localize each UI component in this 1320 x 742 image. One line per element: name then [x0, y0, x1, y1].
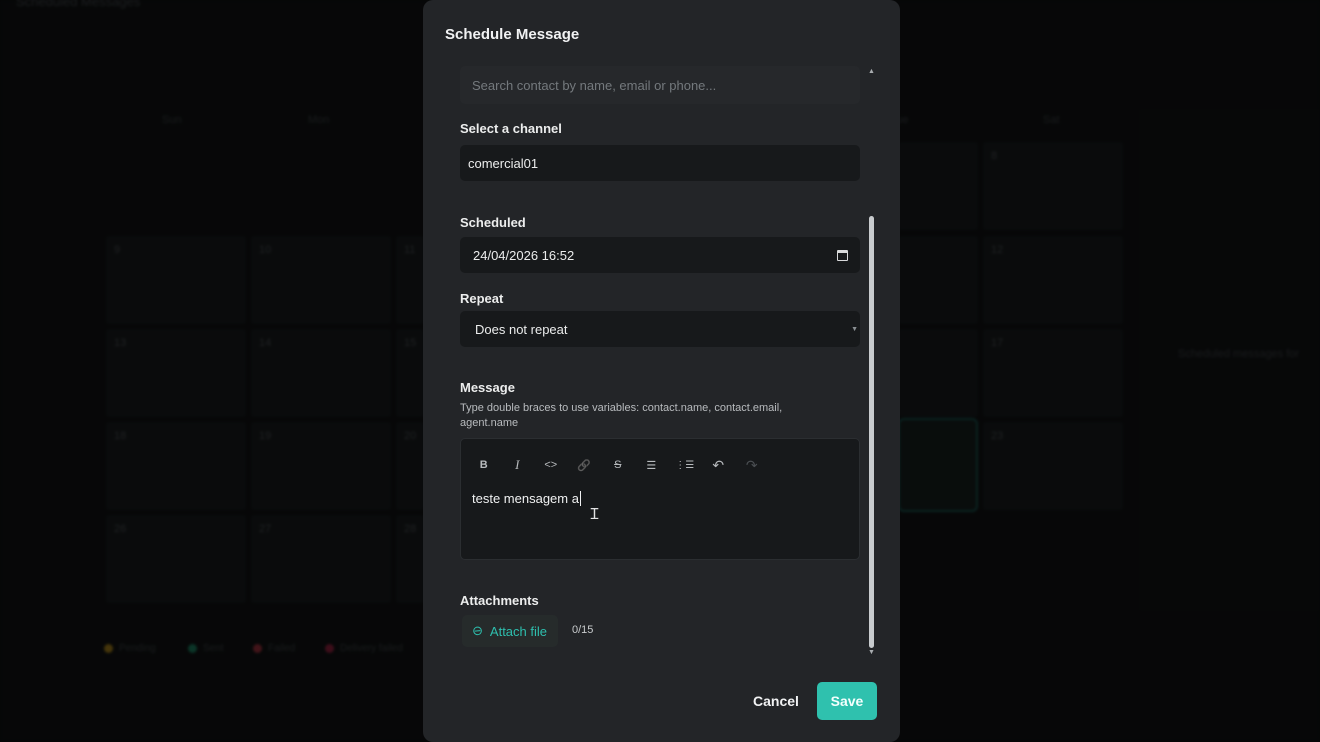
text-cursor-icon: Ｉ: [587, 506, 603, 523]
paperclip-icon: ⊘: [468, 621, 487, 640]
bullet-list-icon[interactable]: ☰: [635, 455, 669, 475]
message-hint: Type double braces to use variables: con…: [460, 402, 783, 429]
undo-icon[interactable]: ↶: [702, 455, 736, 475]
modal-title: Schedule Message: [445, 26, 580, 43]
calendar-icon[interactable]: [837, 249, 848, 261]
attachments-label: Attachments: [460, 593, 539, 608]
attach-file-label: Attach file: [489, 623, 547, 639]
scheduled-datetime-input[interactable]: 24/04/2026 16:52: [460, 237, 860, 273]
save-button[interactable]: Save: [817, 682, 877, 720]
code-icon[interactable]: <>: [534, 455, 568, 475]
select-arrow-icon: ▼: [851, 325, 858, 333]
message-content[interactable]: teste mensagem a: [472, 491, 581, 506]
editor-toolbar: B I <> 🔗 S ☰ ⋮☰ ↶ ↷: [467, 455, 769, 475]
ordered-list-icon[interactable]: ⋮☰: [668, 455, 702, 475]
scroll-down-icon[interactable]: ▼: [868, 649, 875, 656]
modal-scrollbar[interactable]: ▲ ▼: [867, 62, 877, 662]
link-icon[interactable]: 🔗: [568, 455, 602, 475]
attachment-count: 0/15: [572, 624, 594, 636]
contact-search-input[interactable]: Search contact by name, email or phone..…: [460, 66, 860, 104]
repeat-value: Does not repeat: [475, 321, 568, 337]
message-editor[interactable]: B I <> 🔗 S ☰ ⋮☰ ↶ ↷ teste mensagem a Ｉ: [460, 438, 860, 560]
italic-icon[interactable]: I: [501, 455, 535, 475]
redo-icon[interactable]: ↷: [735, 455, 769, 475]
text-caret: [579, 491, 581, 506]
message-label: Message: [460, 380, 515, 395]
channel-label: Select a channel: [460, 121, 562, 136]
schedule-message-modal: Schedule Message Search contact by name,…: [423, 0, 900, 742]
scroll-up-icon[interactable]: ▲: [868, 68, 875, 75]
cancel-button[interactable]: Cancel: [740, 683, 812, 719]
scheduled-datetime-value: 24/04/2026 16:52: [473, 247, 575, 263]
channel-select[interactable]: comercial01: [460, 145, 860, 181]
repeat-label: Repeat: [460, 291, 504, 306]
repeat-select[interactable]: Does not repeat ▼: [460, 311, 860, 347]
modal-scroll-area: Search contact by name, email or phone..…: [423, 62, 900, 662]
bold-icon[interactable]: B: [467, 455, 501, 475]
scheduled-label: Scheduled: [460, 215, 526, 230]
scrollbar-thumb[interactable]: [869, 216, 874, 648]
strikethrough-icon[interactable]: S: [601, 455, 635, 475]
attach-file-button[interactable]: ⊘ Attach file: [462, 615, 558, 647]
